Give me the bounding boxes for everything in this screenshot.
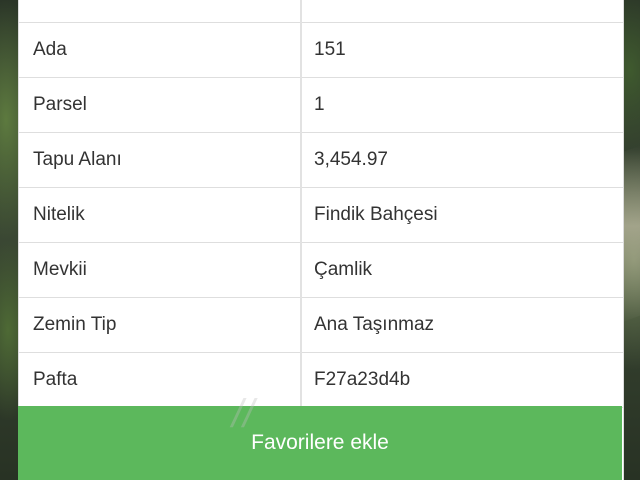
row-label-zemin-tip: Zemin Tip <box>19 297 302 353</box>
row-label-mevkii: Mevkii <box>19 242 302 298</box>
add-to-favorites-button[interactable]: Favorilere ekle <box>18 406 622 480</box>
table-row: Tapu Alanı 3,454.97 <box>19 132 623 188</box>
row-value-parsel: 1 <box>301 77 623 133</box>
row-label-pafta: Pafta <box>19 352 302 408</box>
table-row: Ada 151 <box>19 22 623 78</box>
row-value-mevkii: Çamlik <box>301 242 623 298</box>
row-value-pafta: F27a23d4b <box>301 352 623 408</box>
table-row: Nitelik Findik Bahçesi <box>19 187 623 243</box>
row-label-nitelik: Nitelik <box>19 187 302 243</box>
row-value-nitelik: Findik Bahçesi <box>301 187 623 243</box>
row-value-zemin-tip: Ana Taşınmaz <box>301 297 623 353</box>
parcel-info-table: Mahalle No 149001 Ada 151 Parsel 1 Tapu … <box>19 0 623 408</box>
row-label-mahalle-no: Mahalle No <box>19 0 302 23</box>
table-row: Parsel 1 <box>19 77 623 133</box>
table-row: Mevkii Çamlik <box>19 242 623 298</box>
row-value-ada: 151 <box>301 22 623 78</box>
row-label-parsel: Parsel <box>19 77 302 133</box>
add-to-favorites-label: Favorilere ekle <box>251 431 389 454</box>
row-value-mahalle-no: 149001 <box>301 0 623 23</box>
row-value-tapu-alani: 3,454.97 <box>301 132 623 188</box>
table-row: Zemin Tip Ana Taşınmaz <box>19 297 623 353</box>
row-label-ada: Ada <box>19 22 302 78</box>
table-row: Pafta F27a23d4b <box>19 352 623 408</box>
table-row: Mahalle No 149001 <box>19 0 623 23</box>
row-label-tapu-alani: Tapu Alanı <box>19 132 302 188</box>
